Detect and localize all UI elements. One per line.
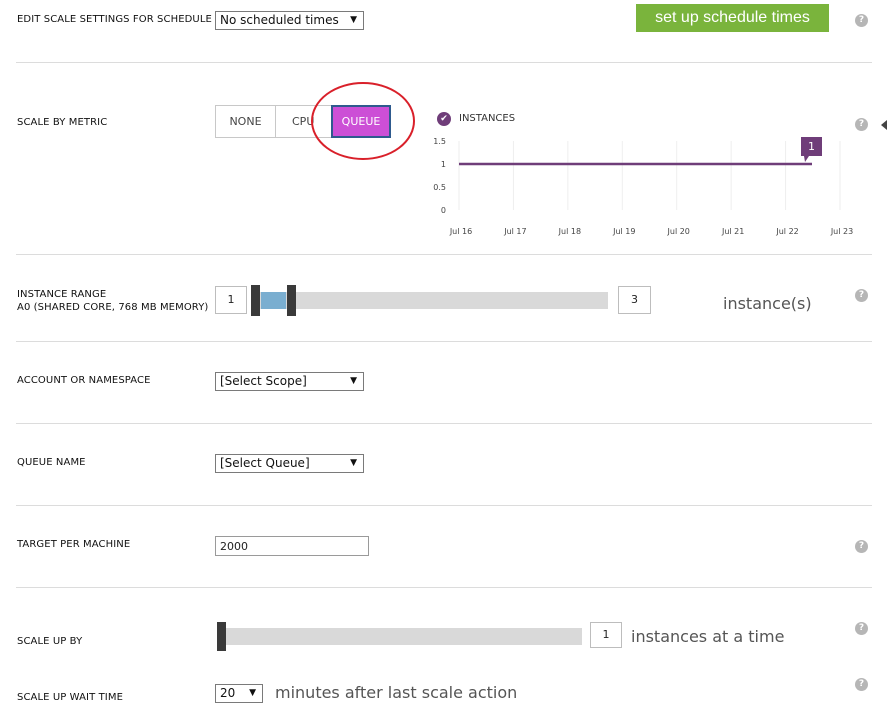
chevron-down-icon: ▼ [350, 458, 357, 468]
divider [16, 505, 872, 506]
x-tick-label: Jul 17 [503, 227, 526, 236]
divider [16, 423, 872, 424]
chevron-down-icon: ▼ [249, 688, 256, 698]
chevron-down-icon: ▼ [350, 376, 357, 386]
scope-select[interactable]: [Select Scope] ▼ [215, 372, 364, 391]
chart-value-badge-label: 1 [808, 140, 815, 153]
scale-up-by-label: SCALE UP BY [17, 636, 83, 647]
schedule-select-value: No scheduled times [220, 13, 339, 27]
scale-up-value-field[interactable]: 1 [590, 622, 622, 648]
wait-time-select-value: 20 [220, 686, 236, 700]
scale-up-unit-label: instances at a time [631, 627, 785, 646]
y-tick-label: 1.5 [433, 137, 446, 146]
queue-select-value: [Select Queue] [220, 456, 310, 470]
y-tick-label: 0.5 [433, 183, 446, 192]
divider [16, 254, 872, 255]
instance-range-label: INSTANCE RANGE [17, 289, 107, 300]
collapse-arrow-icon[interactable] [881, 120, 887, 130]
x-tick-label: Jul 19 [612, 227, 635, 236]
x-tick-label: Jul 22 [775, 227, 798, 236]
set-up-schedule-button[interactable]: set up schedule times [636, 4, 829, 32]
help-icon[interactable]: ? [855, 678, 868, 691]
instances-chart: Jul 16 Jul 17 Jul 18 Jul 19 Jul 20 Jul 21 Jul … [433, 137, 853, 236]
help-icon[interactable]: ? [855, 622, 868, 635]
metric-option-none[interactable]: NONE [215, 105, 276, 138]
schedule-label: EDIT SCALE SETTINGS FOR SCHEDULE [17, 14, 212, 25]
scale-up-track[interactable] [217, 628, 582, 645]
scale-up-handle[interactable] [217, 622, 226, 651]
chart-legend-instances: INSTANCES [459, 113, 516, 124]
help-icon[interactable]: ? [855, 118, 868, 131]
x-tick-label: Jul 21 [721, 227, 744, 236]
instance-min-field[interactable]: 1 [215, 286, 247, 314]
target-per-machine-label: TARGET PER MACHINE [17, 539, 131, 550]
scale-by-metric-label: SCALE BY METRIC [17, 117, 108, 128]
wait-time-select[interactable]: 20 ▼ [215, 684, 263, 703]
divider [16, 341, 872, 342]
divider [16, 587, 872, 588]
wait-time-unit-label: minutes after last scale action [275, 683, 518, 702]
instance-unit-label: instance(s) [723, 294, 812, 313]
y-tick-label: 1 [441, 160, 446, 169]
chevron-down-icon: ▼ [350, 15, 357, 25]
target-per-machine-input[interactable]: 2000 [215, 536, 369, 556]
checkmark-icon[interactable]: ✔ [437, 112, 451, 126]
queue-name-label: QUEUE NAME [17, 457, 86, 468]
scope-select-value: [Select Scope] [220, 374, 307, 388]
x-tick-label: Jul 23 [830, 227, 853, 236]
instance-max-field[interactable]: 3 [618, 286, 651, 314]
instance-range-fill [261, 292, 286, 309]
instance-range-min-handle[interactable] [251, 285, 260, 316]
x-tick-label: Jul 16 [449, 227, 472, 236]
instance-range-max-handle[interactable] [287, 285, 296, 316]
help-icon[interactable]: ? [855, 14, 868, 27]
queue-select[interactable]: [Select Queue] ▼ [215, 454, 364, 473]
y-tick-label: 0 [441, 206, 446, 215]
help-icon[interactable]: ? [855, 540, 868, 553]
annotation-circle [311, 82, 415, 160]
scale-up-wait-time-label: SCALE UP WAIT TIME [17, 692, 123, 703]
schedule-select[interactable]: No scheduled times ▼ [215, 11, 364, 30]
x-tick-label: Jul 20 [667, 227, 690, 236]
account-label: ACCOUNT OR NAMESPACE [17, 375, 151, 386]
x-tick-label: Jul 18 [558, 227, 581, 236]
divider [16, 62, 872, 63]
instance-range-sublabel: A0 (SHARED CORE, 768 MB MEMORY) [17, 302, 209, 313]
instance-range-track[interactable] [251, 292, 608, 309]
help-icon[interactable]: ? [855, 289, 868, 302]
